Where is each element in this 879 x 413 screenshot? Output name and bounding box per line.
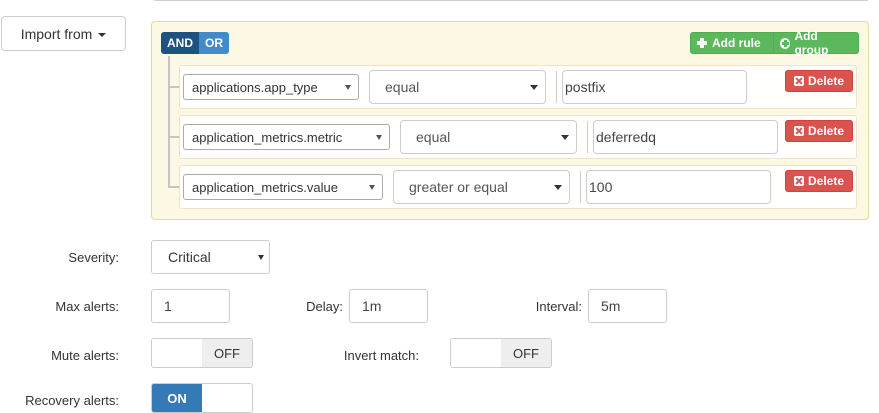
rule-operator-value: equal — [385, 79, 420, 95]
divider — [587, 121, 588, 153]
mute-alerts-toggle[interactable]: OFF — [151, 338, 253, 368]
rule-value-input[interactable]: postfix — [562, 70, 747, 104]
rule-operator-select[interactable]: greater or equal — [393, 170, 570, 204]
tree-line — [168, 56, 170, 188]
top-partial-input[interactable] — [152, 0, 870, 1]
rule-field-select[interactable]: applications.app_type — [183, 74, 359, 100]
delay-input[interactable]: 1m — [349, 289, 428, 323]
rule-value-text: deferredq — [596, 129, 656, 145]
severity-select[interactable]: Critical — [151, 240, 270, 274]
import-from-button[interactable]: Import from — [1, 16, 126, 51]
caret-down-icon — [98, 32, 107, 37]
select-arrow-icon — [561, 135, 569, 140]
delay-label: Delay: — [306, 299, 343, 314]
close-icon — [793, 176, 804, 186]
rule-operator-value: greater or equal — [409, 179, 508, 195]
rule-value-text: postfix — [565, 79, 606, 95]
delete-rule-button[interactable]: Delete — [785, 70, 853, 92]
max-alerts-value: 1 — [164, 298, 172, 314]
delay-value: 1m — [362, 298, 382, 314]
rule-value-text: 100 — [589, 179, 613, 195]
interval-label: Interval: — [535, 299, 582, 314]
rule-value-input[interactable]: 100 — [586, 170, 771, 204]
divider — [556, 71, 557, 103]
close-icon — [793, 76, 804, 86]
delete-rule-button[interactable]: Delete — [785, 170, 853, 192]
delete-label: Delete — [807, 124, 845, 138]
select-arrow-icon — [376, 135, 382, 140]
rule-field-value: application_metrics.metric — [192, 129, 343, 145]
rule-field-select[interactable]: application_metrics.metric — [183, 124, 390, 150]
plus-circle-icon — [780, 37, 791, 49]
rule-operator-select[interactable]: equal — [369, 70, 546, 104]
close-icon — [793, 126, 804, 136]
invert-match-label: Invert match: — [343, 348, 419, 363]
delete-label: Delete — [807, 74, 845, 88]
rule-operator-select[interactable]: equal — [400, 120, 577, 154]
rule-field-value: applications.app_type — [192, 79, 318, 95]
interval-input[interactable]: 5m — [588, 289, 667, 323]
delete-label: Delete — [807, 174, 845, 188]
max-alerts-input[interactable]: 1 — [151, 289, 230, 323]
recovery-alerts-label: Recovery alerts: — [25, 393, 119, 408]
rule-value-input[interactable]: deferredq — [593, 120, 778, 154]
toggle-state: OFF — [501, 339, 551, 367]
rule-operator-value: equal — [416, 129, 451, 145]
max-alerts-label: Max alerts: — [55, 299, 119, 314]
select-arrow-icon — [369, 185, 375, 190]
select-arrow-icon — [345, 85, 351, 90]
add-group-button[interactable]: Add group — [773, 29, 859, 57]
divider — [580, 171, 581, 203]
select-arrow-icon — [554, 185, 562, 190]
toggle-state: ON — [152, 384, 202, 412]
rule-field-select[interactable]: application_metrics.value — [183, 174, 383, 200]
recovery-alerts-toggle[interactable]: ON — [151, 383, 253, 413]
invert-match-toggle[interactable]: OFF — [450, 338, 552, 368]
interval-value: 5m — [601, 298, 621, 314]
import-from-label: Import from — [20, 25, 93, 42]
severity-value: Critical — [168, 249, 211, 265]
toggle-state: OFF — [202, 339, 252, 367]
or-button[interactable]: OR — [199, 32, 229, 54]
add-rule-label: Add rule — [712, 36, 761, 50]
condition-toggle: AND OR — [161, 32, 229, 54]
delete-rule-button[interactable]: Delete — [785, 120, 853, 142]
severity-label: Severity: — [68, 250, 119, 265]
and-button[interactable]: AND — [161, 32, 199, 54]
plus-icon — [697, 38, 707, 48]
add-rule-button[interactable]: Add rule — [690, 32, 774, 54]
select-arrow-icon — [258, 255, 264, 260]
select-arrow-icon — [530, 85, 538, 90]
rule-field-value: application_metrics.value — [192, 179, 338, 195]
add-group-label: Add group — [794, 29, 829, 57]
mute-alerts-label: Mute alerts: — [51, 348, 119, 363]
